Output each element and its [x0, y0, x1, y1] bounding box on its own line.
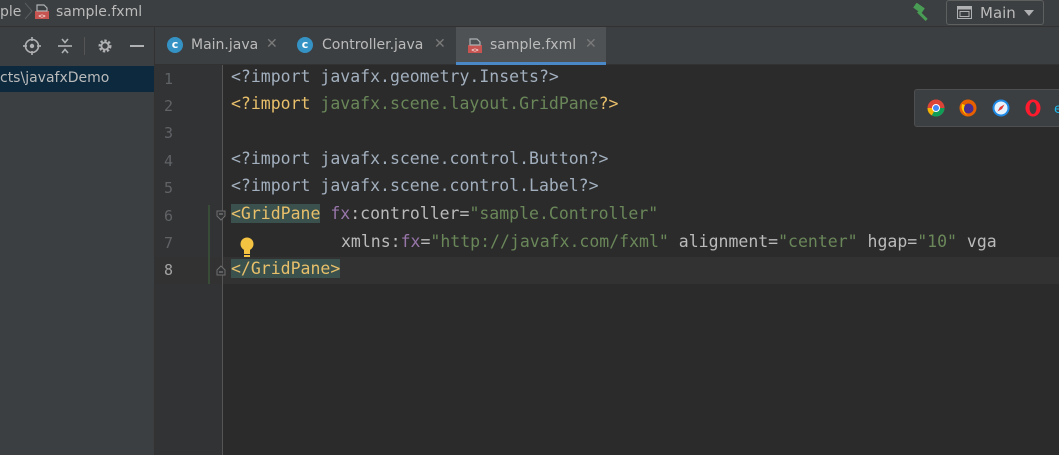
breadcrumb-separator-icon: [24, 2, 33, 20]
application-window-icon: [957, 6, 972, 19]
code-tag-highlight: <GridPane: [231, 204, 321, 223]
code-line-6: <GridPane fx:controller="sample.Controll…: [231, 204, 658, 223]
chevron-down-icon: [1024, 10, 1034, 16]
code-text: "sample.Controller": [469, 204, 659, 223]
code-text: fx: [400, 232, 421, 251]
collapse-all-icon[interactable]: [56, 37, 74, 55]
code-line-5: <?import javafx.scene.control.Label?>: [231, 176, 599, 195]
open-in-browser-popup: e: [914, 89, 1059, 127]
line-number: 4: [163, 152, 173, 170]
editor-tab-bar: c Main.java ✕ c Controller.java ✕ <> sam…: [155, 27, 1059, 65]
close-icon[interactable]: ✕: [266, 36, 278, 52]
close-icon[interactable]: ✕: [585, 36, 597, 52]
line-number: 6: [163, 207, 173, 225]
minimize-icon[interactable]: [128, 37, 146, 55]
code-line-4: <?import javafx.scene.control.Button?>: [231, 149, 609, 168]
project-panel: cts\javafxDemo: [0, 27, 154, 455]
vcs-change-marker[interactable]: [208, 205, 210, 284]
code-text: <?import javafx.scene.control.Button?>: [231, 149, 609, 168]
fxml-file-icon: <>: [35, 4, 49, 20]
breadcrumb-file[interactable]: sample.fxml: [56, 4, 142, 20]
code-text: <?import javafx.geometry.Insets?>: [231, 67, 559, 86]
gear-icon[interactable]: [96, 37, 114, 55]
svg-text:<>: <>: [38, 13, 46, 20]
code-text: fx: [330, 204, 351, 223]
java-class-icon: c: [297, 37, 313, 53]
code-text: :controller=: [350, 204, 470, 223]
tab-controller-java[interactable]: c Controller.java ✕: [287, 27, 456, 64]
gutter-separator: [222, 65, 223, 455]
code-text: "10": [917, 232, 957, 251]
ie-icon[interactable]: e: [1054, 99, 1059, 117]
line-number: 5: [163, 179, 173, 197]
java-class-run-icon: c: [167, 37, 183, 53]
fold-marker-icon[interactable]: [216, 210, 226, 221]
code-text: ?>: [598, 94, 619, 113]
project-tree-item-label: cts\javafxDemo: [0, 70, 110, 86]
code-text: <?import: [231, 94, 321, 113]
code-text: vga: [966, 232, 997, 251]
safari-icon[interactable]: [992, 99, 1010, 117]
build-hammer-icon[interactable]: [911, 3, 933, 23]
locate-crosshair-icon[interactable]: [23, 37, 41, 55]
svg-text:<>: <>: [471, 47, 479, 54]
fxml-file-icon: <>: [468, 38, 482, 54]
navigation-bar: ple <> sample.fxml Main: [0, 0, 1059, 27]
code-line-1: <?import javafx.geometry.Insets?>: [231, 67, 559, 86]
tab-label: sample.fxml: [490, 37, 577, 53]
code-text: =: [420, 232, 431, 251]
code-line-8: </GridPane>: [231, 259, 341, 278]
toolbar-divider: [84, 37, 85, 55]
code-text: "center": [778, 232, 858, 251]
project-tree-selected-item[interactable]: cts\javafxDemo: [0, 66, 154, 92]
code-line-7: xmlns:fx="http://javafx.com/fxml" alignm…: [341, 232, 997, 251]
line-number: 3: [163, 124, 173, 142]
code-text: hgap=: [867, 232, 918, 251]
tab-label: Controller.java: [322, 37, 424, 53]
code-text: xmlns:: [341, 232, 401, 251]
breadcrumb-project[interactable]: ple: [0, 4, 21, 20]
code-text: javafx.scene.layout.GridPane: [320, 94, 599, 113]
opera-icon[interactable]: [1024, 99, 1042, 117]
close-icon[interactable]: ✕: [434, 36, 446, 52]
tab-sample-fxml[interactable]: <> sample.fxml ✕: [456, 27, 606, 65]
fold-end-marker-icon[interactable]: [216, 265, 226, 276]
firefox-icon[interactable]: [959, 99, 977, 117]
code-line-2: <?import javafx.scene.layout.GridPane?>: [231, 94, 618, 113]
run-configuration-label: Main: [980, 4, 1016, 22]
run-configuration-selector[interactable]: Main: [946, 0, 1044, 25]
line-number-current: 8: [163, 261, 173, 279]
line-number: 1: [163, 70, 173, 88]
tab-main-java[interactable]: c Main.java ✕: [155, 27, 287, 64]
chrome-icon[interactable]: [927, 99, 945, 117]
tab-label: Main.java: [191, 37, 259, 53]
code-text: <?import javafx.scene.control.Label?>: [231, 176, 599, 195]
line-number: 2: [163, 97, 173, 115]
lightbulb-intention-icon[interactable]: [237, 236, 257, 258]
line-number: 7: [163, 234, 173, 252]
project-toolbar: [0, 27, 154, 65]
code-text: "http://javafx.com/fxml": [430, 232, 669, 251]
code-text: alignment=: [678, 232, 779, 251]
svg-text:e: e: [1054, 102, 1059, 117]
code-tag-highlight: </GridPane>: [231, 259, 341, 278]
